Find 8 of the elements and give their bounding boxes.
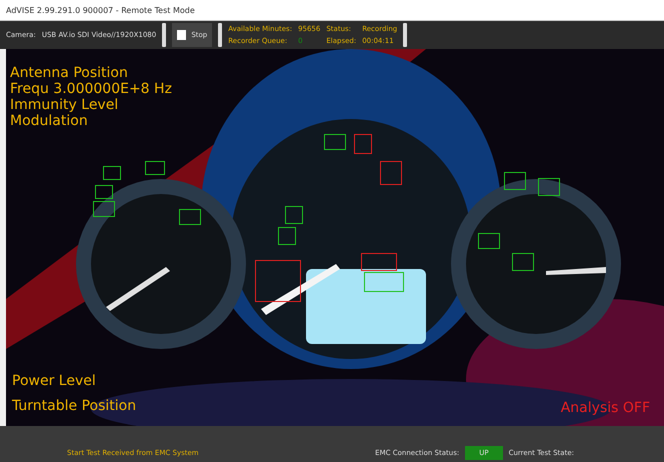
analysis-status: Analysis OFF [560, 400, 650, 416]
overlay-text: Turntable Position [12, 398, 136, 414]
overlay-text: Power Level [12, 373, 97, 389]
overlay-text: Immunity Level [10, 97, 120, 113]
window-title: AdVISE 2.99.291.0 900007 - Remote Test Mode [6, 6, 195, 14]
overlay-text: Modulation [10, 113, 89, 129]
overlay-text: Antenna Position [10, 65, 129, 81]
overlay-text: Frequ 3.000000E+8 Hz [10, 81, 172, 97]
